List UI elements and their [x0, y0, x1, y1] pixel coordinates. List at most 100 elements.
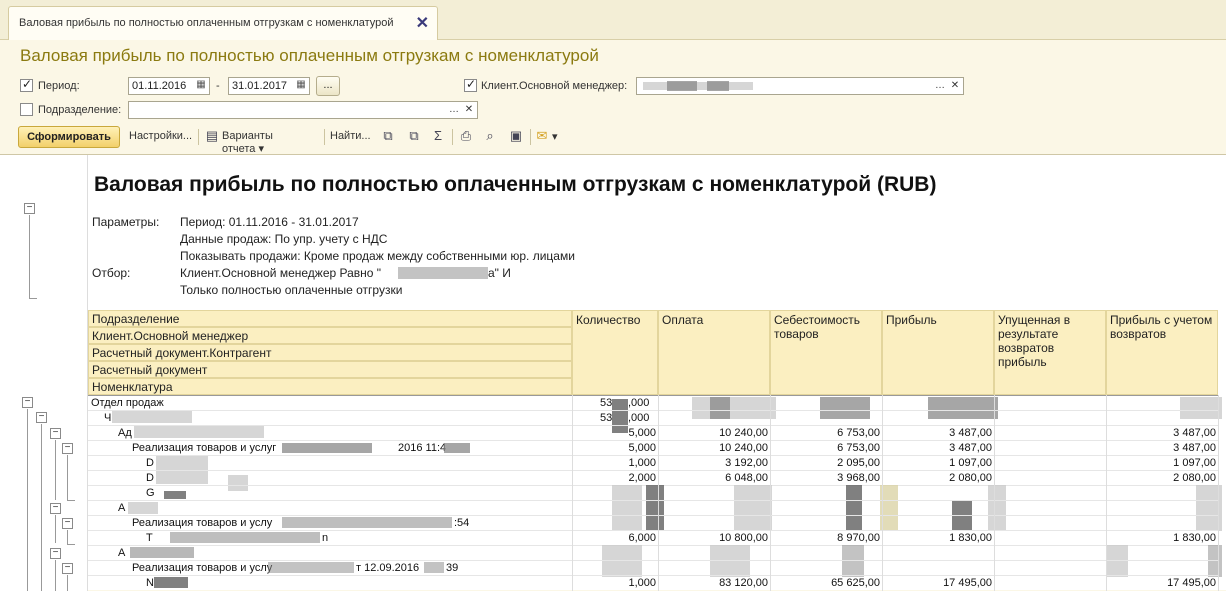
- header-nomenclature: Номенклатура: [88, 378, 572, 395]
- collapse-icon[interactable]: −: [50, 548, 61, 559]
- collapse-icon[interactable]: −: [62, 563, 73, 574]
- select-icon[interactable]: …: [933, 79, 947, 93]
- row-name: D: [146, 472, 154, 484]
- collapse-icon[interactable]: −: [24, 203, 35, 214]
- row-divider: [88, 545, 1218, 546]
- row-cost: 6 753,00: [837, 442, 880, 454]
- param-show-sales: Показывать продажи: Кроме продаж между с…: [180, 249, 575, 263]
- redacted: [424, 562, 444, 573]
- outline-gutter: − − − − − − − − −: [0, 155, 88, 591]
- period-select-button[interactable]: ...: [316, 76, 340, 96]
- expand-icon[interactable]: ⧉: [380, 128, 396, 144]
- client-field[interactable]: … ✕: [636, 77, 964, 95]
- outline-line: [67, 455, 68, 500]
- row-divider: [88, 395, 1218, 396]
- collapse-icon[interactable]: −: [50, 428, 61, 439]
- redacted: [734, 485, 772, 531]
- header-profit: Прибыль: [882, 310, 994, 395]
- outline-line: [55, 515, 56, 543]
- calendar-icon[interactable]: ▦: [294, 79, 308, 93]
- header-manager: Клиент.Основной менеджер: [88, 327, 572, 344]
- period-checkbox[interactable]: [20, 77, 33, 92]
- row-name: А: [118, 547, 126, 559]
- row-profit: 3 487,00: [949, 442, 992, 454]
- column-divider: [1218, 395, 1219, 591]
- variants-button[interactable]: Варианты отчета ▾: [222, 130, 273, 155]
- collapse-icon[interactable]: −: [62, 518, 73, 529]
- row-profit-returns: 17 495,00: [1167, 577, 1216, 589]
- sum-icon[interactable]: Σ: [430, 128, 446, 144]
- collapse-icon[interactable]: −: [22, 397, 33, 408]
- column-divider: [572, 395, 573, 591]
- row-profit: 1 097,00: [949, 457, 992, 469]
- period-from-field[interactable]: 01.11.2016 ▦: [128, 77, 210, 95]
- row-qty: 2,000: [628, 472, 656, 484]
- redacted: [112, 411, 192, 423]
- redacted: [444, 443, 470, 453]
- outline-line: [55, 440, 56, 500]
- row-name: Ад: [118, 427, 132, 439]
- row-name: А: [118, 502, 126, 514]
- outline-line: [29, 215, 30, 299]
- period-to-field[interactable]: 31.01.2017 ▦: [228, 77, 310, 95]
- row-payment: 83 120,00: [719, 577, 768, 589]
- outline-line: [67, 544, 75, 545]
- row-qty: 5,000: [628, 427, 656, 439]
- save-icon[interactable]: ▣: [508, 128, 524, 144]
- collapse-icon[interactable]: −: [36, 412, 47, 423]
- preview-icon[interactable]: ⌕: [482, 128, 498, 144]
- collapse-icon[interactable]: ⧉: [406, 128, 422, 144]
- redacted: [1180, 397, 1222, 419]
- redacted: [820, 397, 870, 419]
- param-period: Период: 01.11.2016 - 31.01.2017: [180, 215, 359, 229]
- division-checkbox[interactable]: [20, 103, 33, 116]
- header-division: Подразделение: [88, 310, 572, 327]
- redacted: [268, 562, 354, 573]
- select-icon[interactable]: …: [447, 103, 461, 117]
- row-qty: 6,000: [628, 532, 656, 544]
- row-suffix2: 39: [446, 562, 459, 574]
- mail-dropdown-icon[interactable]: ▾: [552, 130, 558, 143]
- settings-button[interactable]: Настройки...: [129, 130, 192, 142]
- toolbar-separator: [324, 129, 325, 145]
- redacted: [667, 81, 697, 91]
- row-cost: 6 753,00: [837, 427, 880, 439]
- generate-button[interactable]: Сформировать: [18, 126, 120, 148]
- mail-icon[interactable]: ✉: [534, 128, 550, 144]
- division-field[interactable]: … ✕: [128, 101, 478, 119]
- row-qty: 53: [600, 412, 613, 424]
- tab-report[interactable]: Валовая прибыль по полностью оплаченным …: [8, 6, 438, 40]
- collapse-icon[interactable]: −: [50, 503, 61, 514]
- find-button[interactable]: Найти...: [330, 130, 371, 142]
- redacted: [170, 532, 320, 543]
- outline-line: [67, 530, 68, 544]
- print-icon[interactable]: ⎙: [458, 128, 474, 144]
- outline-line: [41, 424, 42, 591]
- redacted: [643, 82, 753, 90]
- row-qty: 53: [600, 397, 613, 409]
- close-icon[interactable]: ✕: [416, 13, 429, 33]
- redacted: [164, 491, 186, 499]
- redacted: [1106, 545, 1128, 577]
- params-label: Параметры:: [92, 215, 160, 229]
- division-row: Подразделение: … ✕: [20, 100, 480, 120]
- clear-icon[interactable]: ✕: [462, 103, 476, 117]
- redacted: [282, 517, 452, 528]
- row-payment: 10 800,00: [719, 532, 768, 544]
- row-cost: 65 625,00: [831, 577, 880, 589]
- report-area[interactable]: − − − − − − − − − Валовая прибыль по пол…: [0, 154, 1226, 591]
- outline-line: [55, 560, 56, 591]
- header-counterparty: Расчетный документ.Контрагент: [88, 344, 572, 361]
- client-checkbox[interactable]: [464, 77, 477, 92]
- calendar-icon[interactable]: ▦: [194, 79, 208, 93]
- client-row: Клиент.Основной менеджер: … ✕: [464, 76, 984, 96]
- row-name: G: [146, 487, 155, 499]
- clear-icon[interactable]: ✕: [948, 79, 962, 93]
- redacted: [710, 397, 730, 419]
- redacted: [707, 81, 729, 91]
- toolbar-separator: [530, 129, 531, 145]
- row-cost: 8 970,00: [837, 532, 880, 544]
- collapse-icon[interactable]: −: [62, 443, 73, 454]
- column-divider: [994, 395, 995, 591]
- row-profit-returns: 2 080,00: [1173, 472, 1216, 484]
